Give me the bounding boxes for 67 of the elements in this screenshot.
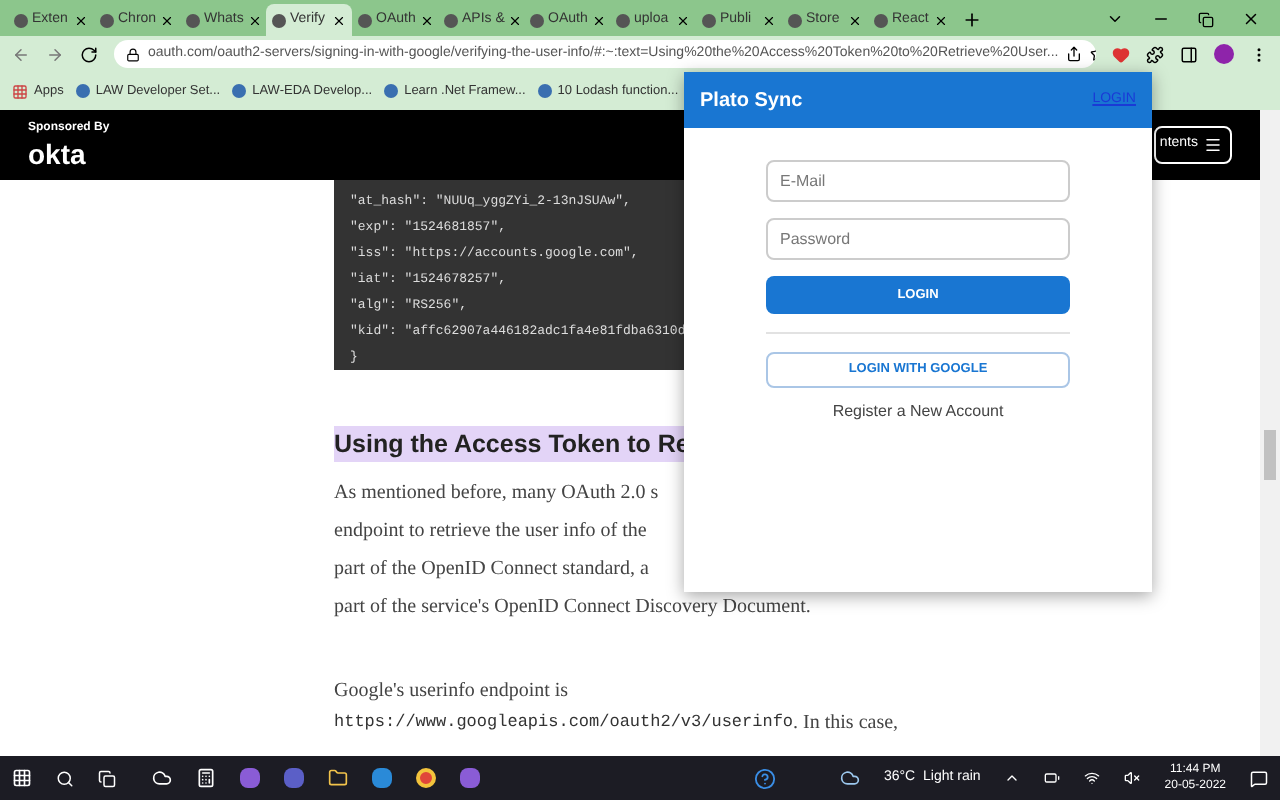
paragraph-text: Google's userinfo endpoint is (334, 678, 571, 706)
chevron-up-icon[interactable] (1004, 770, 1021, 786)
calculator-icon[interactable] (196, 768, 216, 788)
back-icon[interactable] (12, 45, 30, 63)
close-icon[interactable] (1242, 10, 1260, 28)
tab-favicon-icon (186, 13, 200, 27)
cloud-app-icon[interactable] (152, 768, 172, 788)
close-icon[interactable] (591, 13, 606, 27)
close-icon[interactable] (676, 13, 690, 27)
email-field[interactable]: E-Mail (766, 160, 1070, 202)
cloud-icon (839, 768, 860, 788)
help-icon[interactable] (753, 767, 776, 789)
task-view-icon[interactable] (98, 769, 116, 787)
tab-favicon-icon (530, 13, 544, 27)
mute-icon[interactable] (1124, 770, 1141, 786)
profile-avatar[interactable] (1214, 44, 1234, 64)
apps-grid-icon (12, 83, 28, 99)
close-icon[interactable] (508, 13, 523, 27)
paragraph-line: part of the service's OpenID Connect Discovery Document. (334, 594, 813, 622)
password-field[interactable]: Password (766, 218, 1070, 260)
windows-start-icon[interactable] (12, 768, 32, 788)
bookmark-favicon-icon (75, 84, 90, 98)
forward-icon[interactable] (46, 45, 64, 63)
tab-favicon-icon (788, 13, 802, 27)
close-icon[interactable] (247, 13, 262, 27)
extensions-icon[interactable] (1146, 45, 1164, 63)
close-icon[interactable] (762, 13, 776, 27)
menu-icon (1204, 136, 1222, 154)
paragraph-line: As mentioned before, many OAuth 2.0 s (334, 480, 661, 508)
lock-icon (126, 47, 140, 61)
new-tab-icon[interactable] (962, 10, 982, 30)
paragraph-line: part of the OpenID Connect standard, a (334, 556, 651, 584)
sponsor-logo: okta (28, 138, 88, 170)
tab-favicon-icon (100, 13, 114, 27)
close-icon[interactable] (332, 13, 346, 27)
paragraph-text: . In this case, (793, 710, 899, 738)
tab-favicon-icon (272, 13, 286, 27)
bookmark-favicon-icon (232, 84, 247, 98)
reload-icon[interactable] (80, 45, 98, 63)
tab-favicon-icon (702, 13, 716, 27)
tab-favicon-icon (616, 13, 630, 27)
wifi-icon[interactable] (1084, 770, 1101, 786)
close-icon[interactable] (419, 13, 434, 27)
share-icon[interactable] (1066, 46, 1083, 62)
register-link[interactable]: Register a New Account (832, 400, 1004, 424)
popup-title: Plato Sync (700, 87, 803, 115)
scrollbar-thumb[interactable] (1264, 430, 1276, 480)
battery-icon[interactable] (1044, 770, 1061, 786)
tab-search-icon[interactable] (1106, 10, 1124, 28)
folder-icon[interactable] (328, 768, 348, 788)
restore-icon[interactable] (1198, 11, 1214, 27)
endpoint-url: https://www.googleapis.com/oauth2/v3/userinfo (334, 710, 794, 736)
close-icon[interactable] (934, 13, 948, 27)
bookmark-favicon-icon (384, 84, 399, 98)
notifications-icon[interactable] (1250, 769, 1268, 787)
close-icon[interactable] (74, 13, 88, 27)
paragraph-line: endpoint to retrieve the user info of the (334, 518, 649, 546)
tab-favicon-icon (14, 13, 28, 27)
close-icon[interactable] (848, 13, 862, 27)
search-icon[interactable] (56, 769, 74, 787)
tab-favicon-icon (444, 13, 458, 27)
bookmark-favicon-icon (537, 84, 552, 98)
heart-icon[interactable] (1112, 45, 1130, 63)
close-icon[interactable] (160, 13, 175, 27)
tab-favicon-icon (874, 13, 888, 27)
tab-favicon-icon (358, 13, 372, 27)
side-panel-icon[interactable] (1180, 45, 1198, 63)
